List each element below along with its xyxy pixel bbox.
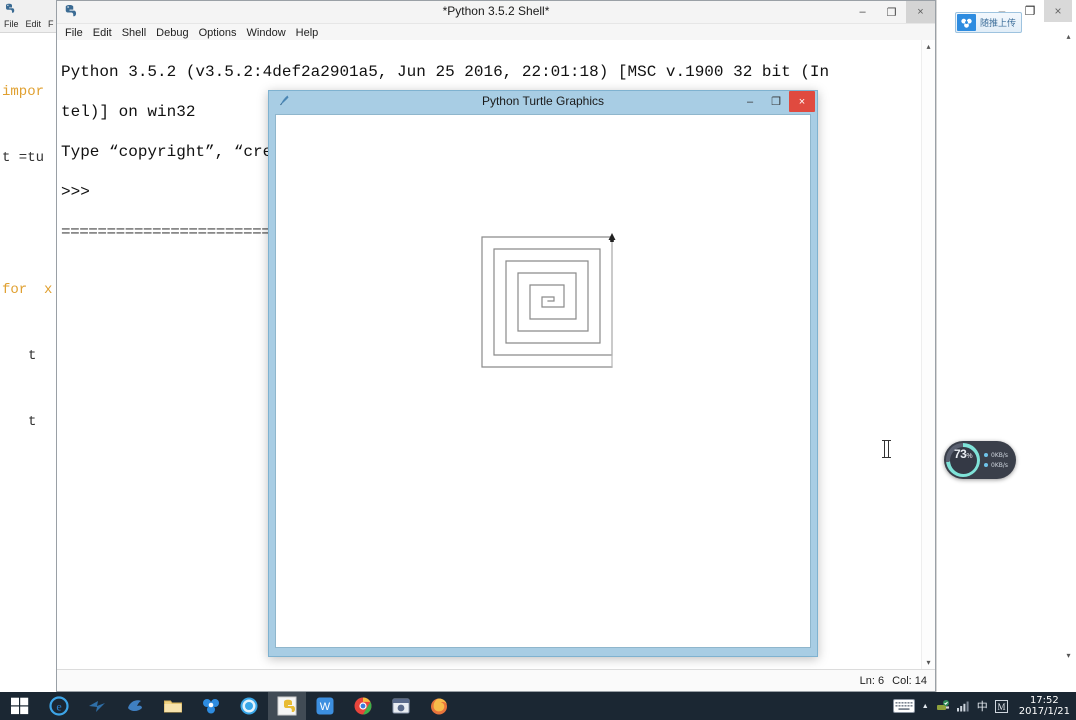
editor-menu-edit[interactable]: Edit: [26, 19, 42, 29]
python-idle-taskbar-icon[interactable]: [268, 692, 306, 720]
google-chrome-icon[interactable]: [344, 692, 382, 720]
thunder-download-icon[interactable]: [116, 692, 154, 720]
editor-menu-file[interactable]: File: [4, 19, 19, 29]
turtle-window-title: Python Turtle Graphics: [481, 94, 605, 108]
close-button[interactable]: ×: [906, 1, 935, 23]
shell-window-controls[interactable]: – ❐ ×: [848, 1, 935, 23]
clock-time: 17:52: [1029, 695, 1059, 706]
scroll-down-icon[interactable]: ▾: [1062, 649, 1075, 662]
ime-mode-icon[interactable]: 中: [977, 698, 988, 714]
turtle-cursor-group: [608, 233, 616, 367]
foxmail-icon[interactable]: [78, 692, 116, 720]
cpu-usage-value-group: 73%: [949, 446, 977, 474]
editor-titlebar[interactable]: [0, 0, 58, 16]
baidu-upload-label: 随推上传: [980, 19, 1017, 29]
network-download-row: 0KB/s: [984, 462, 1016, 469]
text-cursor: [882, 440, 891, 458]
upload-dot-icon: [984, 453, 988, 457]
desktop-background: File Edit F impor t =tu for x t t *Pytho…: [0, 0, 1076, 720]
internet-explorer-icon[interactable]: e: [40, 692, 78, 720]
status-line-number: Ln: 6: [859, 674, 885, 687]
editor-menu-format[interactable]: F: [48, 19, 54, 29]
turtle-titlebar[interactable]: Python Turtle Graphics – ❐ ×: [269, 91, 817, 112]
scroll-up-icon[interactable]: ▴: [1062, 30, 1075, 43]
shell-vertical-scrollbar[interactable]: ▴ ▾: [921, 40, 935, 669]
shell-menu-file[interactable]: File: [65, 27, 83, 39]
file-explorer-icon[interactable]: [154, 692, 192, 720]
background-window-scrollbar[interactable]: ▴ ▾: [1062, 30, 1074, 662]
system-tray[interactable]: ▲ 中 M 17:52 2017/1/21: [892, 692, 1076, 720]
baidu-upload-button[interactable]: 随推上传: [955, 12, 1022, 33]
network-download-value: 0KB/s: [991, 461, 1009, 469]
cpu-usage-ring: 73%: [946, 443, 980, 477]
on-screen-keyboard-icon[interactable]: [892, 699, 915, 713]
square-spiral-drawing: [481, 233, 616, 368]
show-hidden-icons-chevron-icon[interactable]: ▲: [922, 703, 929, 710]
shell-status-bar: Ln: 6 Col: 14: [57, 669, 935, 691]
cpu-usage-value: 73: [953, 446, 967, 461]
windows-taskbar[interactable]: e W ▲ 中 M 17:52 2017/1/21: [0, 692, 1076, 720]
ime-letter-icon[interactable]: M: [994, 699, 1008, 713]
status-column-number: Col: 14: [892, 674, 927, 687]
media-player-icon[interactable]: [382, 692, 420, 720]
firefox-icon[interactable]: [420, 692, 458, 720]
network-speed-group: 0KB/s 0KB/s: [980, 452, 1016, 469]
minimize-button[interactable]: –: [737, 91, 763, 112]
editor-menubar[interactable]: File Edit F: [0, 16, 58, 33]
wps-writer-icon[interactable]: W: [306, 692, 344, 720]
shell-menu-window[interactable]: Window: [247, 27, 286, 39]
svg-text:M: M: [997, 702, 1005, 712]
turtle-drawing-canvas[interactable]: [275, 114, 811, 648]
network-upload-value: 0KB/s: [991, 451, 1009, 459]
turtle-graphics-window[interactable]: Python Turtle Graphics – ❐ ×: [268, 90, 818, 657]
system-monitor-widget[interactable]: 73% 0KB/s 0KB/s: [944, 441, 1016, 479]
network-upload-row: 0KB/s: [984, 452, 1016, 459]
baidu-netdisk-icon[interactable]: [192, 692, 230, 720]
shell-menu-shell[interactable]: Shell: [122, 27, 146, 39]
code-line: t: [28, 414, 37, 430]
minimize-button[interactable]: –: [848, 1, 877, 23]
safely-remove-hardware-icon[interactable]: [936, 699, 950, 713]
clock-date: 2017/1/21: [1018, 706, 1070, 717]
network-signal-icon[interactable]: [956, 700, 970, 712]
maximize-button[interactable]: ❐: [763, 91, 789, 112]
shell-window-title: *Python 3.5.2 Shell*: [442, 4, 550, 18]
shell-menu-edit[interactable]: Edit: [93, 27, 112, 39]
taskbar-clock[interactable]: 17:52 2017/1/21: [1015, 695, 1070, 717]
turtle-window-controls[interactable]: – ❐ ×: [737, 91, 815, 112]
shell-menu-options[interactable]: Options: [199, 27, 237, 39]
code-line: t =tu: [2, 150, 45, 166]
background-window-right-edge: – ❐ × ▴ ▾: [936, 0, 1076, 692]
editor-code-area[interactable]: impor t =tu for x t t: [0, 33, 58, 477]
baidu-cloud-icon: [957, 14, 976, 31]
svg-text:e: e: [56, 700, 61, 714]
download-dot-icon: [984, 463, 988, 467]
start-windows-icon[interactable]: [0, 692, 40, 720]
svg-text:W: W: [320, 701, 331, 713]
scroll-down-icon[interactable]: ▾: [922, 656, 935, 669]
qq-browser-icon[interactable]: [230, 692, 268, 720]
scroll-up-icon[interactable]: ▴: [922, 40, 935, 53]
shell-menu-debug[interactable]: Debug: [156, 27, 188, 39]
code-line: for x: [2, 282, 53, 298]
shell-titlebar[interactable]: *Python 3.5.2 Shell* – ❐ ×: [57, 1, 935, 24]
idle-editor-window[interactable]: File Edit F impor t =tu for x t t: [0, 0, 59, 692]
percent-symbol: %: [966, 452, 973, 460]
close-button[interactable]: ×: [789, 91, 815, 112]
close-button[interactable]: ×: [1044, 0, 1072, 22]
code-line: impor: [2, 84, 45, 100]
maximize-button[interactable]: ❐: [877, 1, 906, 23]
code-line: t: [28, 348, 37, 364]
python-idle-icon: [3, 2, 15, 14]
shell-menu-help[interactable]: Help: [296, 27, 319, 39]
shell-output-line: Python 3.5.2 (v3.5.2:4def2a2901a5, Jun 2…: [61, 63, 830, 81]
